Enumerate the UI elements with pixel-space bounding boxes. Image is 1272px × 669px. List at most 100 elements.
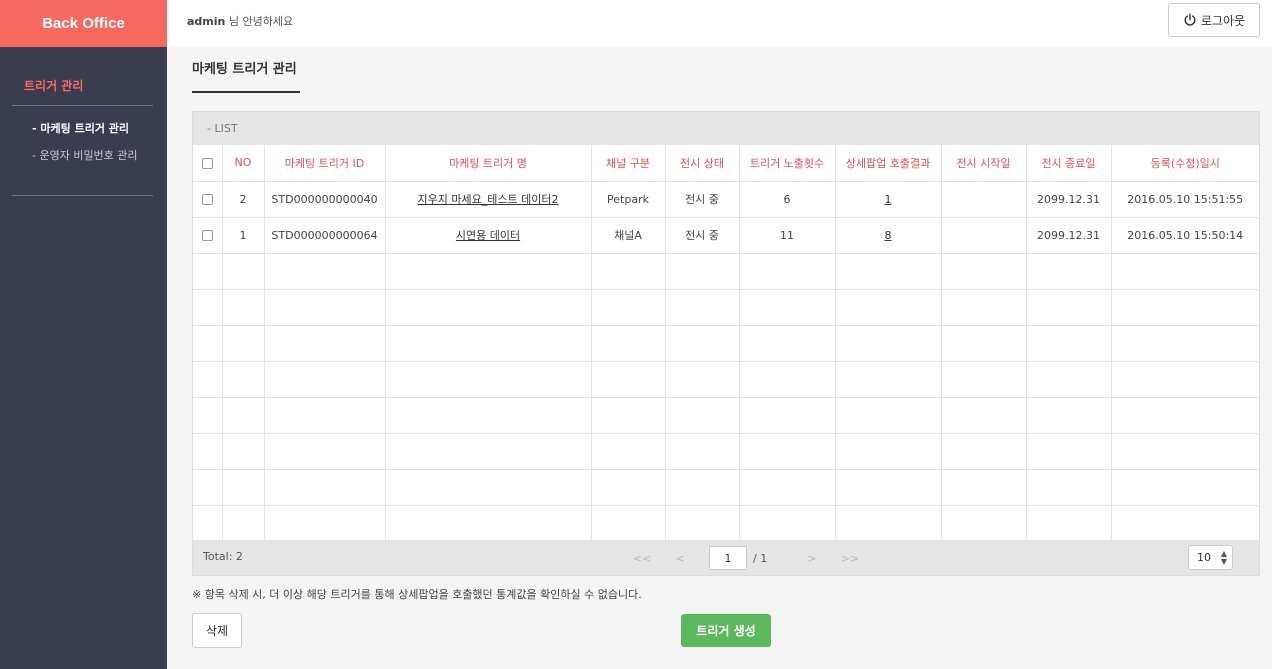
cell-status: 전시 중	[665, 217, 740, 254]
cell-status: 전시 중	[665, 181, 740, 218]
column-header[interactable]: NO	[222, 145, 265, 182]
column-header[interactable]: 상세팝업 호출결과	[835, 145, 942, 182]
empty-cell	[264, 289, 386, 326]
table-row[interactable]: 1 STD000000000064 시연용 데이터 채널A 전시 중 11 8 …	[193, 217, 1259, 254]
cell-registered: 2016.05.10 15:50:14	[1111, 217, 1259, 254]
cell-start	[941, 217, 1027, 254]
prev-page-button[interactable]: <	[661, 552, 699, 565]
empty-cell	[222, 433, 265, 470]
empty-cell	[222, 469, 265, 506]
brand-logo[interactable]: Back Office	[0, 0, 167, 47]
empty-cell	[591, 361, 666, 398]
empty-cell	[835, 361, 942, 398]
empty-cell	[1026, 397, 1112, 434]
popup-result-link[interactable]: 8	[885, 229, 892, 242]
empty-cell	[264, 325, 386, 362]
column-header[interactable]: 전시 시작일	[941, 145, 1027, 182]
empty-cell	[1026, 433, 1112, 470]
column-header[interactable]: 마케팅 트리거 명	[385, 145, 592, 182]
empty-cell	[591, 253, 666, 290]
cell-exposure: 11	[739, 217, 836, 254]
cell-exposure: 6	[739, 181, 836, 218]
last-page-button[interactable]: >>	[831, 552, 869, 565]
empty-cell	[222, 325, 265, 362]
empty-cell	[941, 325, 1027, 362]
empty-cell	[835, 505, 942, 542]
table-row[interactable]: 2 STD000000000040 지우지 마세요_테스트 데이터2 Petpa…	[193, 181, 1259, 218]
empty-cell	[385, 469, 592, 506]
empty-cell	[264, 361, 386, 398]
empty-cell	[1026, 469, 1112, 506]
greeting: admin 님 안녕하세요	[187, 13, 293, 29]
empty-cell	[193, 325, 223, 362]
empty-cell	[193, 397, 223, 434]
empty-cell	[264, 253, 386, 290]
empty-cell	[665, 325, 740, 362]
column-header[interactable]: 전시 상태	[665, 145, 740, 182]
empty-cell	[835, 325, 942, 362]
empty-cell	[739, 361, 836, 398]
logout-button[interactable]: 로그아웃	[1168, 3, 1260, 37]
row-checkbox[interactable]	[201, 230, 213, 241]
sidebar-section-trigger[interactable]: 트리거 관리	[0, 47, 167, 105]
empty-table-row	[193, 361, 1259, 398]
cell-popup: 8	[835, 217, 942, 254]
empty-table-row	[193, 289, 1259, 326]
sidebar: Back Office 트리거 관리 - 마케팅 트리거 관리 - 운영자 비밀…	[0, 0, 167, 669]
empty-cell	[591, 397, 666, 434]
empty-cell	[264, 397, 386, 434]
trigger-name-link[interactable]: 시연용 데이터	[456, 229, 520, 242]
column-header[interactable]: 채널 구분	[591, 145, 666, 182]
empty-cell	[264, 505, 386, 542]
row-checkbox[interactable]	[201, 194, 213, 205]
empty-cell	[941, 253, 1027, 290]
cell-id: STD000000000064	[264, 217, 386, 254]
popup-result-link[interactable]: 1	[885, 193, 892, 206]
empty-cell	[385, 433, 592, 470]
empty-cell	[1111, 505, 1259, 542]
empty-cell	[665, 433, 740, 470]
table-header-row: NO 마케팅 트리거 ID 마케팅 트리거 명 채널 구분 전시 상태 트리거 …	[193, 145, 1259, 182]
empty-cell	[591, 433, 666, 470]
empty-cell	[193, 433, 223, 470]
first-page-button[interactable]: <<	[623, 552, 661, 565]
page-title: 마케팅 트리거 관리	[192, 58, 300, 93]
create-trigger-button[interactable]: 트리거 생성	[681, 614, 771, 647]
power-icon	[1184, 13, 1196, 26]
sidebar-item-operator-password[interactable]: - 운영자 비밀번호 관리	[32, 148, 167, 175]
next-page-button[interactable]: >	[793, 552, 831, 565]
page-number-input[interactable]: 1	[709, 546, 747, 570]
empty-cell	[1111, 253, 1259, 290]
empty-cell	[1026, 505, 1112, 542]
trigger-name-link[interactable]: 지우지 마세요_테스트 데이터2	[418, 193, 559, 206]
row-select-cell	[193, 181, 223, 218]
list-header: - LIST	[193, 112, 1259, 145]
column-header[interactable]: 전시 종료일	[1026, 145, 1112, 182]
empty-cell	[222, 505, 265, 542]
empty-cell	[193, 469, 223, 506]
empty-cell	[739, 505, 836, 542]
empty-cell	[665, 361, 740, 398]
empty-cell	[941, 505, 1027, 542]
empty-cell	[591, 325, 666, 362]
empty-cell	[193, 361, 223, 398]
sidebar-submenu: - 마케팅 트리거 관리 - 운영자 비밀번호 관리	[0, 106, 167, 195]
empty-cell	[1111, 433, 1259, 470]
empty-cell	[835, 289, 942, 326]
column-header[interactable]: 마케팅 트리거 ID	[264, 145, 386, 182]
delete-button[interactable]: 삭제	[192, 613, 242, 648]
empty-cell	[835, 433, 942, 470]
empty-cell	[739, 253, 836, 290]
empty-cell	[665, 289, 740, 326]
empty-cell	[941, 289, 1027, 326]
select-all-checkbox[interactable]	[201, 157, 213, 169]
cell-start	[941, 181, 1027, 218]
empty-cell	[591, 469, 666, 506]
page-size-select[interactable]: 10 ▲ ▼	[1188, 545, 1233, 570]
cell-end: 2099.12.31	[1026, 217, 1112, 254]
column-header[interactable]: 등록(수정)일시	[1111, 145, 1259, 182]
page-total: / 1	[753, 551, 768, 565]
column-header[interactable]: 트리거 노출횟수	[739, 145, 836, 182]
empty-cell	[591, 289, 666, 326]
sidebar-item-marketing-trigger[interactable]: - 마케팅 트리거 관리	[32, 121, 167, 148]
